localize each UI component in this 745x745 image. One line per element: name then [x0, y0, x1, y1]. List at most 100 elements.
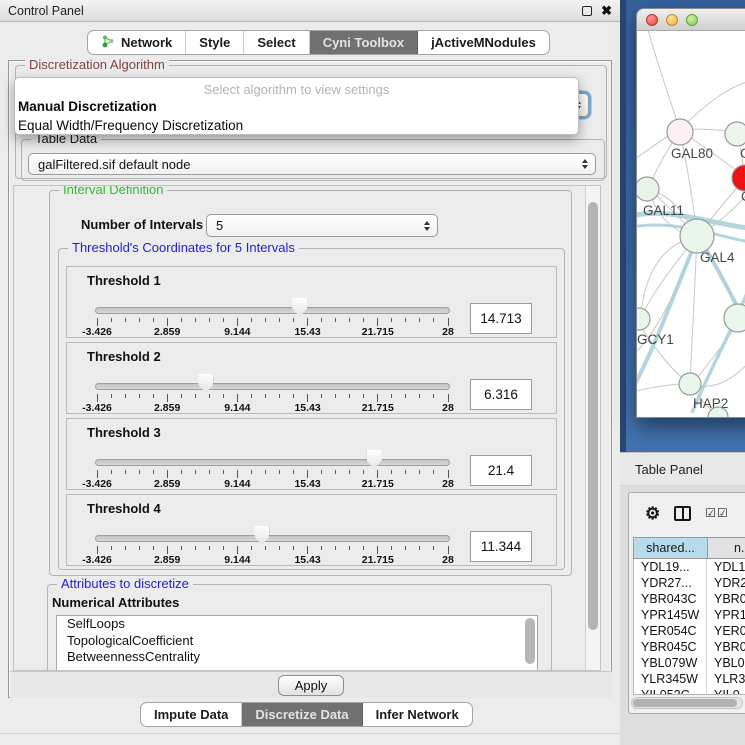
dropdown-option-equal-width-frequency[interactable]: Equal Width/Frequency Discretization — [15, 116, 578, 135]
list-scrollbar-thumb[interactable] — [525, 618, 535, 664]
tab-infer-network[interactable]: Infer Network — [363, 703, 472, 726]
tab-network[interactable]: Network — [88, 31, 186, 54]
slider-thumb[interactable] — [292, 298, 307, 317]
slider-tick — [251, 546, 252, 550]
table-panel-body: ⚙ ☑☑ shared...n...YDL19...YDL1YDR27...YD… — [620, 486, 745, 745]
table-cell[interactable]: YBL0 — [707, 655, 745, 671]
apply-button[interactable]: Apply — [278, 675, 345, 696]
threshold-value-field[interactable]: 11.344 — [470, 531, 532, 562]
slider-tick-label: 9.144 — [207, 478, 267, 490]
table-row[interactable]: YBL079WYBL0 — [634, 655, 745, 671]
slider-thumb[interactable] — [254, 526, 269, 545]
network-node[interactable] — [725, 122, 745, 146]
attribute-list-item[interactable]: BetweennessCentrality — [57, 649, 537, 666]
slider-tick — [293, 470, 294, 474]
slider-tick — [377, 394, 378, 402]
window-minimize-icon[interactable] — [666, 14, 678, 26]
slider-tick — [433, 394, 434, 398]
table-cell[interactable]: YER0 — [707, 623, 745, 639]
slider-track[interactable] — [95, 459, 450, 466]
attribute-list-item[interactable]: SelfLoops — [57, 616, 537, 633]
threshold-value-field[interactable]: 21.4 — [470, 455, 532, 486]
slider-tick — [125, 394, 126, 398]
network-canvas[interactable]: GAL80GACGAL11GAL4GCY1HHAP2 — [637, 31, 745, 418]
table-cell[interactable]: YLR3 — [707, 671, 745, 687]
tab-select[interactable]: Select — [244, 31, 309, 54]
table-row[interactable]: YBR043CYBR0 — [634, 591, 745, 607]
slider-track[interactable] — [95, 535, 450, 542]
scrollbar-thumb[interactable] — [588, 202, 598, 630]
slider-tick — [391, 546, 392, 550]
slider-tick — [195, 318, 196, 322]
numerical-attributes-list[interactable]: SelfLoopsTopologicalCoefficientBetweenne… — [56, 615, 538, 671]
slider-track[interactable] — [95, 383, 450, 390]
table-cell[interactable]: YDL1 — [707, 559, 745, 575]
table-cell[interactable]: YBR043C — [634, 591, 707, 607]
table-row[interactable]: YBR045CYBR0 — [634, 639, 745, 655]
tab-label: Cyni Toolbox — [323, 35, 404, 50]
number-of-intervals-combo[interactable]: 5 — [206, 214, 438, 237]
slider-tick — [139, 394, 140, 398]
close-panel-icon[interactable]: ✖ — [601, 6, 612, 16]
network-node[interactable] — [680, 219, 714, 253]
table-row[interactable]: YPR145WYPR1 — [634, 607, 745, 623]
table-row[interactable]: YER054CYER0 — [634, 623, 745, 639]
dropdown-option-manual-discretization[interactable]: Manual Discretization — [15, 97, 578, 116]
slider-tick — [209, 394, 210, 398]
table-cell[interactable]: YER054C — [634, 623, 707, 639]
table-cell[interactable]: YBL079W — [634, 655, 707, 671]
settings-vertical-scrollbar[interactable] — [585, 186, 600, 670]
table-cell[interactable]: YBR045C — [634, 639, 707, 655]
network-node[interactable] — [637, 177, 659, 201]
table-cell[interactable]: YIL052C — [634, 687, 707, 695]
tab-discretize-data[interactable]: Discretize Data — [242, 703, 362, 726]
network-node[interactable] — [637, 308, 650, 330]
scrollbar-thumb[interactable] — [633, 699, 737, 707]
tab-style[interactable]: Style — [186, 31, 244, 54]
table-data-combo[interactable]: galFiltered.sif default node — [28, 153, 596, 175]
table-cell[interactable]: YBR0 — [707, 639, 745, 655]
tab-jactivemnodules[interactable]: jActiveMNodules — [418, 31, 549, 54]
slider-tick-label: -3.426 — [67, 478, 127, 490]
network-window-titlebar[interactable] — [637, 9, 745, 31]
table-cell[interactable]: YPR145W — [634, 607, 707, 623]
slider-track[interactable] — [95, 307, 450, 314]
threshold-value-field[interactable]: 14.713 — [470, 303, 532, 334]
window-zoom-icon[interactable] — [686, 14, 698, 26]
network-node[interactable] — [724, 304, 745, 332]
gear-icon[interactable]: ⚙ — [645, 505, 660, 522]
slider-tick — [209, 546, 210, 550]
network-view-window: GAL80GACGAL11GAL4GCY1HHAP2 — [636, 8, 745, 418]
table-column-header[interactable]: n... — [708, 538, 745, 558]
table-cell[interactable]: YIL0 — [707, 687, 745, 695]
table-cell[interactable]: YBR0 — [707, 591, 745, 607]
table-row[interactable]: YDL19...YDL1 — [634, 559, 745, 575]
tab-impute-data[interactable]: Impute Data — [141, 703, 242, 726]
slider-tick — [335, 546, 336, 550]
network-node[interactable] — [667, 119, 693, 145]
select-columns-icon[interactable]: ☑☑ — [705, 506, 729, 520]
table-row[interactable]: YIL052CYIL0 — [634, 687, 745, 695]
table-cell[interactable]: YDL19... — [634, 559, 707, 575]
split-columns-icon[interactable] — [674, 506, 691, 521]
slider-thumb[interactable] — [198, 374, 213, 393]
table-column-header[interactable]: shared... — [634, 538, 708, 558]
table-cell[interactable]: YDR27... — [634, 575, 707, 591]
table-cell[interactable]: YDR2 — [707, 575, 745, 591]
slider-tick-label: 2.859 — [137, 326, 197, 338]
attribute-list-item[interactable]: TopologicalCoefficient — [57, 633, 537, 650]
table-row[interactable]: YDR27...YDR2 — [634, 575, 745, 591]
threshold-value-field[interactable]: 6.316 — [470, 379, 532, 410]
network-node[interactable] — [679, 373, 701, 395]
slider-thumb[interactable] — [367, 450, 382, 469]
apply-row: Apply — [10, 671, 612, 698]
table-row[interactable]: YLR345WYLR3 — [634, 671, 745, 687]
tab-cyni-toolbox[interactable]: Cyni Toolbox — [310, 31, 418, 54]
table-cell[interactable]: YLR345W — [634, 671, 707, 687]
slider-tick — [251, 394, 252, 398]
slider-tick — [307, 546, 308, 554]
table-cell[interactable]: YPR1 — [707, 607, 745, 623]
table-horizontal-scrollbar[interactable] — [631, 697, 743, 709]
window-close-icon[interactable] — [646, 14, 658, 26]
float-panel-icon[interactable] — [582, 6, 592, 16]
